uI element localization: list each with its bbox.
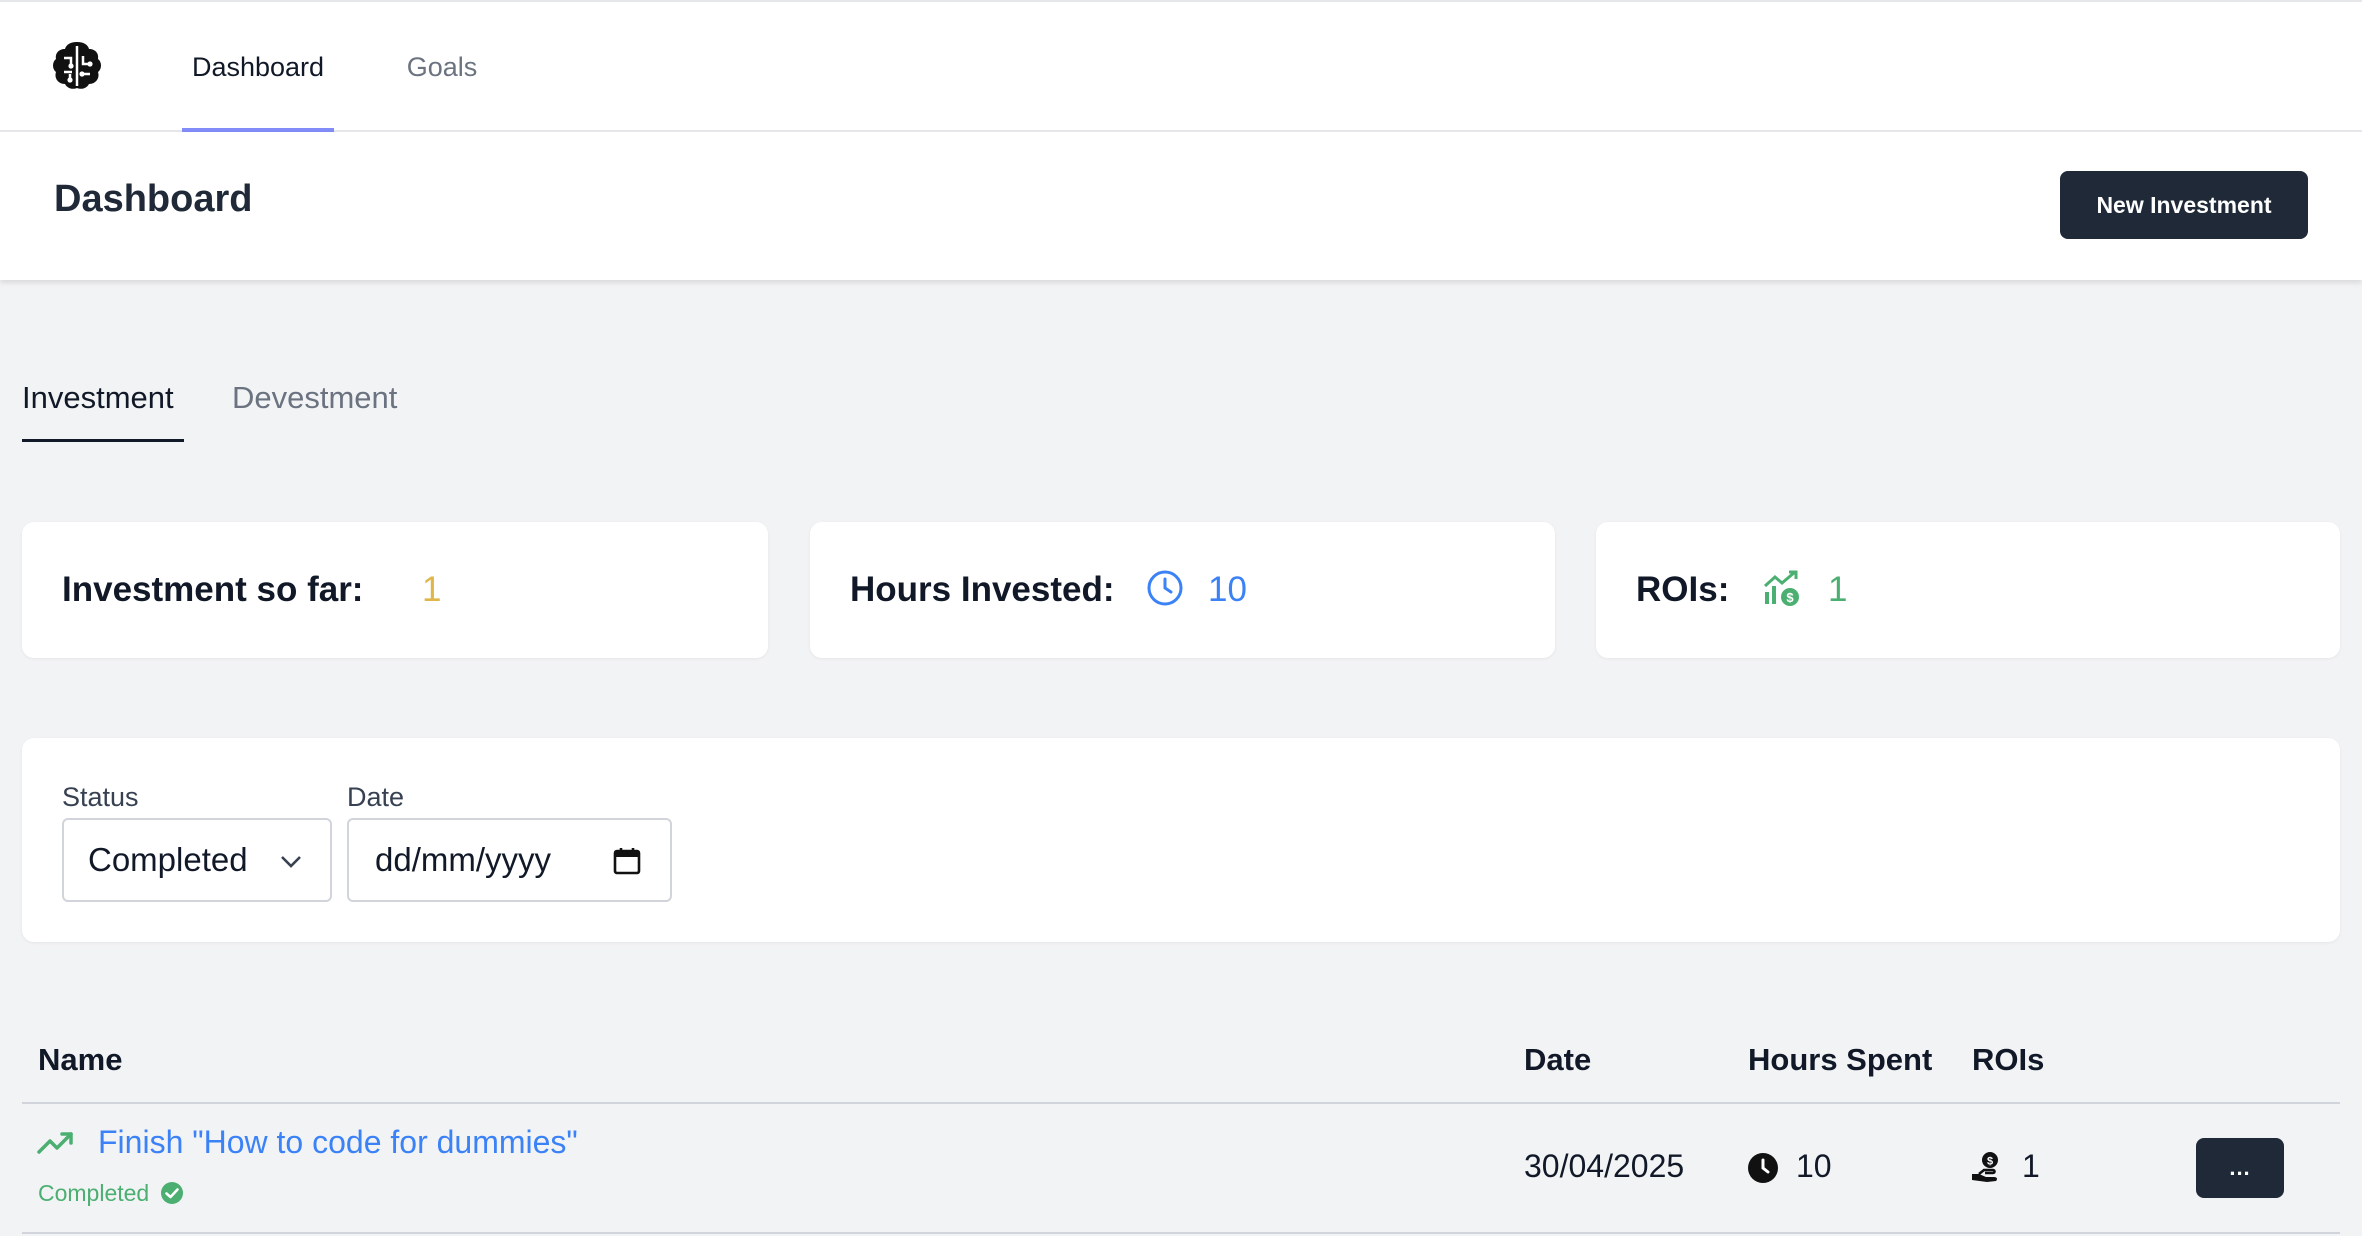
investment-stat-card: Investment so far: 1 (22, 522, 768, 658)
column-header-rois: ROIs (1972, 1042, 2045, 1077)
column-header-date: Date (1524, 1042, 1592, 1077)
row-actions-button[interactable]: ... (2196, 1138, 2284, 1198)
row-date: 30/04/2025 (1524, 1148, 1685, 1184)
investment-name-link[interactable]: Finish "How to code for dummies" (98, 1124, 578, 1161)
check-circle-icon (160, 1182, 183, 1204)
chevron-down-icon (281, 856, 301, 868)
calendar-icon[interactable] (612, 846, 642, 876)
status-select-value: Completed (88, 841, 248, 878)
filter-panel: Status Completed Date dd/mm/yyyy (22, 738, 2340, 942)
date-input-placeholder: dd/mm/yyyy (375, 841, 552, 878)
clock-icon (1748, 1153, 1778, 1183)
investment-stat-label: Investment so far: (62, 570, 364, 609)
rois-stat-card: ROIs: $ 1 (1596, 522, 2340, 658)
column-header-name: Name (38, 1042, 123, 1077)
date-input[interactable]: dd/mm/yyyy (347, 818, 672, 902)
nav-tab-goals[interactable]: Goals (400, 2, 484, 132)
top-navbar: Dashboard Goals (0, 0, 2362, 132)
row-rois: 1 (2022, 1148, 2040, 1184)
date-filter-label: Date (347, 782, 405, 812)
hand-coin-icon: $ (1972, 1152, 1998, 1182)
table-row-divider (22, 1232, 2340, 1234)
new-investment-button[interactable]: New Investment (2060, 171, 2308, 239)
row-hours: 10 (1796, 1148, 1832, 1184)
page-title: Dashboard (54, 178, 253, 220)
column-header-hours: Hours Spent (1748, 1042, 1933, 1077)
investment-stat-value: 1 (422, 570, 442, 609)
status-select[interactable]: Completed (62, 818, 332, 902)
page-header: Dashboard New Investment (0, 132, 2362, 280)
rois-stat-label: ROIs: (1636, 570, 1730, 609)
money-growth-icon: $ (1763, 570, 1799, 606)
status-badge: Completed (38, 1180, 184, 1207)
clock-icon (1147, 570, 1183, 606)
svg-text:$: $ (1987, 1156, 1993, 1168)
hours-stat-value: 10 (1208, 570, 1247, 609)
nav-tab-dashboard[interactable]: Dashboard (182, 2, 334, 132)
brain-circuit-icon[interactable] (50, 38, 104, 92)
rois-stat-value: 1 (1828, 570, 1848, 609)
hours-stat-label: Hours Invested: (850, 570, 1115, 609)
trending-up-icon (37, 1132, 73, 1154)
status-badge-label: Completed (38, 1180, 150, 1206)
table-header-divider (22, 1102, 2340, 1104)
svg-text:$: $ (1786, 590, 1794, 605)
hours-stat-card: Hours Invested: 10 (810, 522, 1555, 658)
tab-devestment[interactable]: Devestment (232, 380, 412, 442)
status-filter-label: Status (62, 782, 139, 812)
tab-investment[interactable]: Investment (22, 380, 184, 442)
